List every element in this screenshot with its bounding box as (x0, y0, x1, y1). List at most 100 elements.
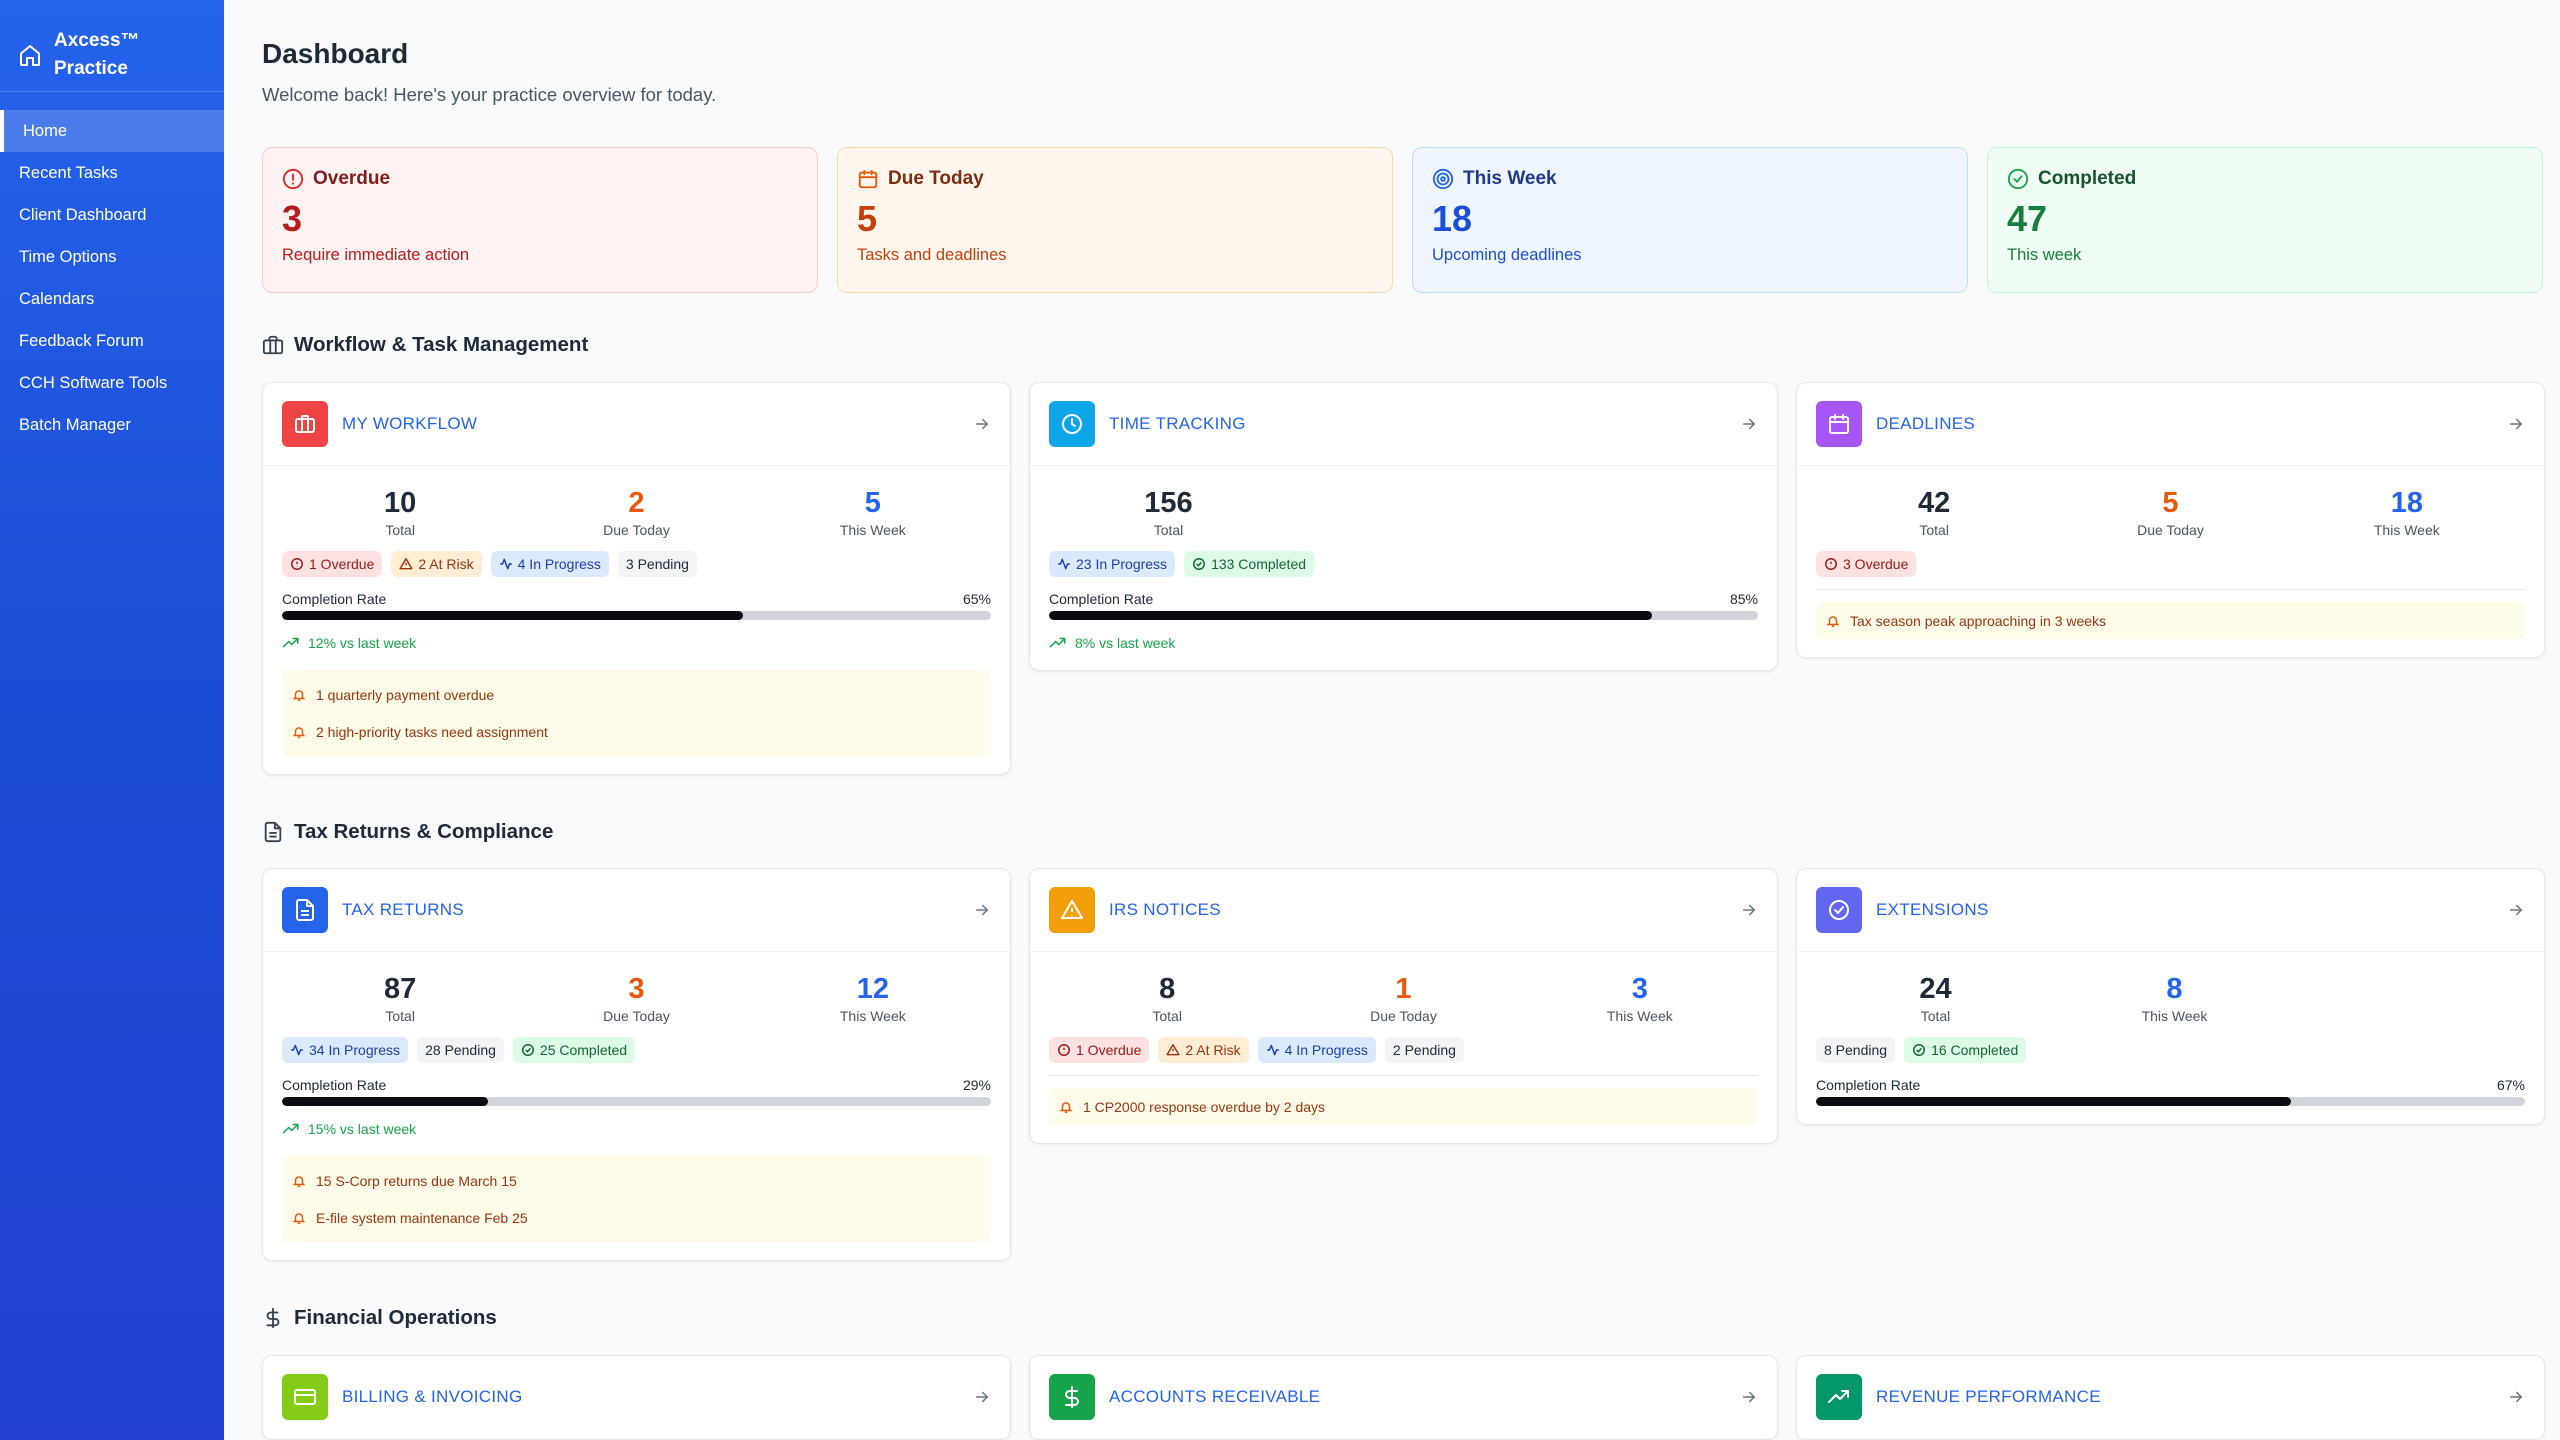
stat-completed-value: 47 (2007, 198, 2048, 239)
briefcase-icon (262, 335, 284, 355)
app-name-line1: Axcess™ (54, 29, 140, 51)
metric-this-week: 5 (864, 487, 881, 519)
app-name: Axcess™ Practice (54, 27, 164, 83)
stat-overdue-label: Overdue (313, 168, 391, 189)
trending-up-icon (1816, 1374, 1862, 1420)
divider (1816, 589, 2525, 590)
metric-total: 156 (1144, 487, 1193, 519)
sidebar-item-batch-manager[interactable]: Batch Manager (0, 404, 224, 446)
arrow-right-icon[interactable] (1740, 415, 1758, 433)
warning-icon (399, 558, 413, 570)
alert-circle-icon (282, 168, 304, 190)
check-circle-icon (2007, 168, 2029, 190)
sidebar-nav: Home Recent Tasks Client Dashboard Time … (0, 92, 224, 446)
metric-label: This Week (2141, 1008, 2208, 1024)
completion-rate-label: Completion Rate (282, 591, 387, 607)
arrow-right-icon[interactable] (1740, 901, 1758, 919)
bell-icon (292, 689, 306, 701)
card-tax-returns[interactable]: TAX RETURNS 87 Total 3 Due Today 12 This We… (262, 868, 1011, 1261)
alert-circle-icon (1058, 1044, 1070, 1056)
card-billing-invoicing[interactable]: BILLING & INVOICING (262, 1355, 1011, 1440)
card-extensions[interactable]: EXTENSIONS 24 Total 8 This Week 8 Pending … (1796, 868, 2545, 1125)
metric-this-week: 18 (2390, 487, 2423, 519)
card-title: TAX RETURNS (342, 900, 464, 919)
warning-icon (1049, 887, 1095, 933)
metric-this-week: 3 (1631, 973, 1648, 1005)
alerts-panel: Tax season peak approaching in 3 weeks (1816, 602, 2525, 639)
card-irs-notices[interactable]: IRS NOTICES 8 Total 1 Due Today 3 This Week… (1029, 868, 1778, 1144)
badge-completed: 25 Completed (512, 1037, 636, 1063)
arrow-right-icon[interactable] (2507, 901, 2525, 919)
dollar-icon (266, 1307, 280, 1329)
card-accounts-receivable[interactable]: ACCOUNTS RECEIVABLE (1029, 1355, 1778, 1440)
stat-completed[interactable]: Completed 47 This week (1987, 147, 2543, 293)
badge-in-progress: 23 In Progress (1049, 551, 1176, 577)
stat-this-week[interactable]: This Week 18 Upcoming deadlines (1412, 147, 1968, 293)
sidebar-item-time-options[interactable]: Time Options (0, 236, 224, 278)
arrow-right-icon[interactable] (973, 901, 991, 919)
trending-up-icon (1049, 637, 1066, 648)
badge-pending: 2 Pending (1384, 1037, 1464, 1063)
metric-label: Due Today (603, 1008, 670, 1024)
summary-stats: Overdue 3 Require immediate action Due T… (262, 147, 2544, 293)
arrow-right-icon[interactable] (2507, 415, 2525, 433)
sidebar-item-home[interactable]: Home (0, 110, 224, 152)
alert-item[interactable]: E-file system maintenance Feb 25 (292, 1199, 981, 1236)
sidebar-item-cch-software-tools[interactable]: CCH Software Tools (0, 362, 224, 404)
card-deadlines[interactable]: DEADLINES 42 Total 5 Due Today 18 This Week… (1796, 382, 2545, 658)
sidebar-item-client-dashboard[interactable]: Client Dashboard (0, 194, 224, 236)
alert-item[interactable]: 2 high-priority tasks need assignment (292, 713, 981, 750)
card-title: ACCOUNTS RECEIVABLE (1109, 1387, 1321, 1406)
card-title: MY WORKFLOW (342, 414, 478, 433)
metric-total: 42 (1918, 487, 1951, 519)
card-time-tracking[interactable]: TIME TRACKING 156 Total 23 In Progress 13… (1029, 382, 1778, 671)
section-financial-title: Financial Operations (262, 1306, 497, 1330)
alert-item[interactable]: Tax season peak approaching in 3 weeks (1826, 602, 2515, 639)
stat-completed-label: Completed (2038, 168, 2137, 189)
section-workflow-title: Workflow & Task Management (262, 333, 588, 357)
alert-item[interactable]: 15 S-Corp returns due March 15 (292, 1162, 981, 1199)
section-tax-label: Tax Returns & Compliance (294, 820, 554, 843)
alert-item[interactable]: 1 quarterly payment overdue (292, 676, 981, 713)
alert-item[interactable]: 1 CP2000 response overdue by 2 days (1059, 1088, 1748, 1125)
arrow-right-icon[interactable] (1740, 1388, 1758, 1406)
card-revenue-performance[interactable]: REVENUE PERFORMANCE (1796, 1355, 2545, 1440)
card-my-workflow[interactable]: MY WORKFLOW 10 Total 2 Due Today 5 This Wee… (262, 382, 1011, 775)
metric-label: Total (1920, 1008, 1951, 1024)
bell-icon (1059, 1101, 1073, 1113)
metric-due-today: 1 (1395, 973, 1412, 1005)
alert-circle-icon (1825, 558, 1837, 570)
brand[interactable]: Axcess™ Practice (0, 0, 224, 92)
dollar-icon (1049, 1374, 1095, 1420)
arrow-right-icon[interactable] (2507, 1388, 2525, 1406)
alert-circle-icon (291, 558, 303, 570)
sidebar-item-recent-tasks[interactable]: Recent Tasks (0, 152, 224, 194)
section-tax-title: Tax Returns & Compliance (262, 820, 553, 844)
page-title: Dashboard (262, 38, 409, 69)
completion-rate-value: 29% (962, 1077, 991, 1093)
divider (1049, 1075, 1758, 1076)
stat-this-week-value: 18 (1432, 198, 1473, 239)
stat-overdue-desc: Require immediate action (282, 246, 470, 264)
metric-total: 8 (1159, 973, 1176, 1005)
metric-total: 24 (1919, 973, 1952, 1005)
activity-icon (1058, 558, 1070, 570)
sidebar-item-calendars[interactable]: Calendars (0, 278, 224, 320)
sidebar-item-feedback-forum[interactable]: Feedback Forum (0, 320, 224, 362)
activity-icon (291, 1044, 303, 1056)
page-subtitle: Welcome back! Here's your practice overv… (262, 84, 717, 105)
check-circle-icon (1913, 1044, 1926, 1056)
bell-icon (1826, 615, 1840, 627)
arrow-right-icon[interactable] (973, 415, 991, 433)
trend: 12% vs last week (282, 634, 991, 652)
activity-icon (499, 558, 512, 570)
stat-due-today-desc: Tasks and deadlines (857, 246, 1007, 264)
arrow-right-icon[interactable] (973, 1388, 991, 1406)
metric-label: Total (385, 522, 415, 538)
stat-due-today[interactable]: Due Today 5 Tasks and deadlines (837, 147, 1393, 293)
card-title: BILLING & INVOICING (342, 1387, 523, 1406)
check-circle-icon (1193, 558, 1206, 570)
document-icon (282, 887, 328, 933)
stat-overdue[interactable]: Overdue 3 Require immediate action (262, 147, 818, 293)
document-icon (264, 821, 282, 843)
